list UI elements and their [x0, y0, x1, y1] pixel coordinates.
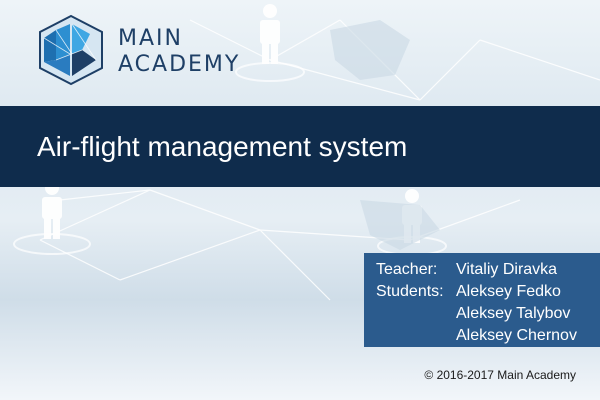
- teacher-name: Vitaliy Diravka: [456, 261, 558, 278]
- teacher-label: Teacher:: [376, 261, 438, 278]
- hexagon-network-logo-icon: [39, 14, 103, 86]
- student-name: Aleksey Fedko: [456, 283, 561, 300]
- brand-line-main: MAIN: [118, 26, 183, 51]
- students-label: Students:: [376, 283, 444, 300]
- credits-box: Teacher: Vitaliy Diravka Students: Aleks…: [364, 253, 600, 347]
- student-name: Aleksey Talybov: [456, 305, 571, 322]
- title-slide: MAIN ACADEMY Air-flight management syste…: [0, 0, 600, 400]
- student-name: Aleksey Chernov: [456, 327, 577, 344]
- slide-title: Air-flight management system: [37, 131, 408, 162]
- copyright-text: © 2016-2017 Main Academy: [424, 368, 576, 382]
- brand-name: MAIN ACADEMY: [118, 26, 240, 78]
- brand-line-academy: ACADEMY: [118, 52, 241, 77]
